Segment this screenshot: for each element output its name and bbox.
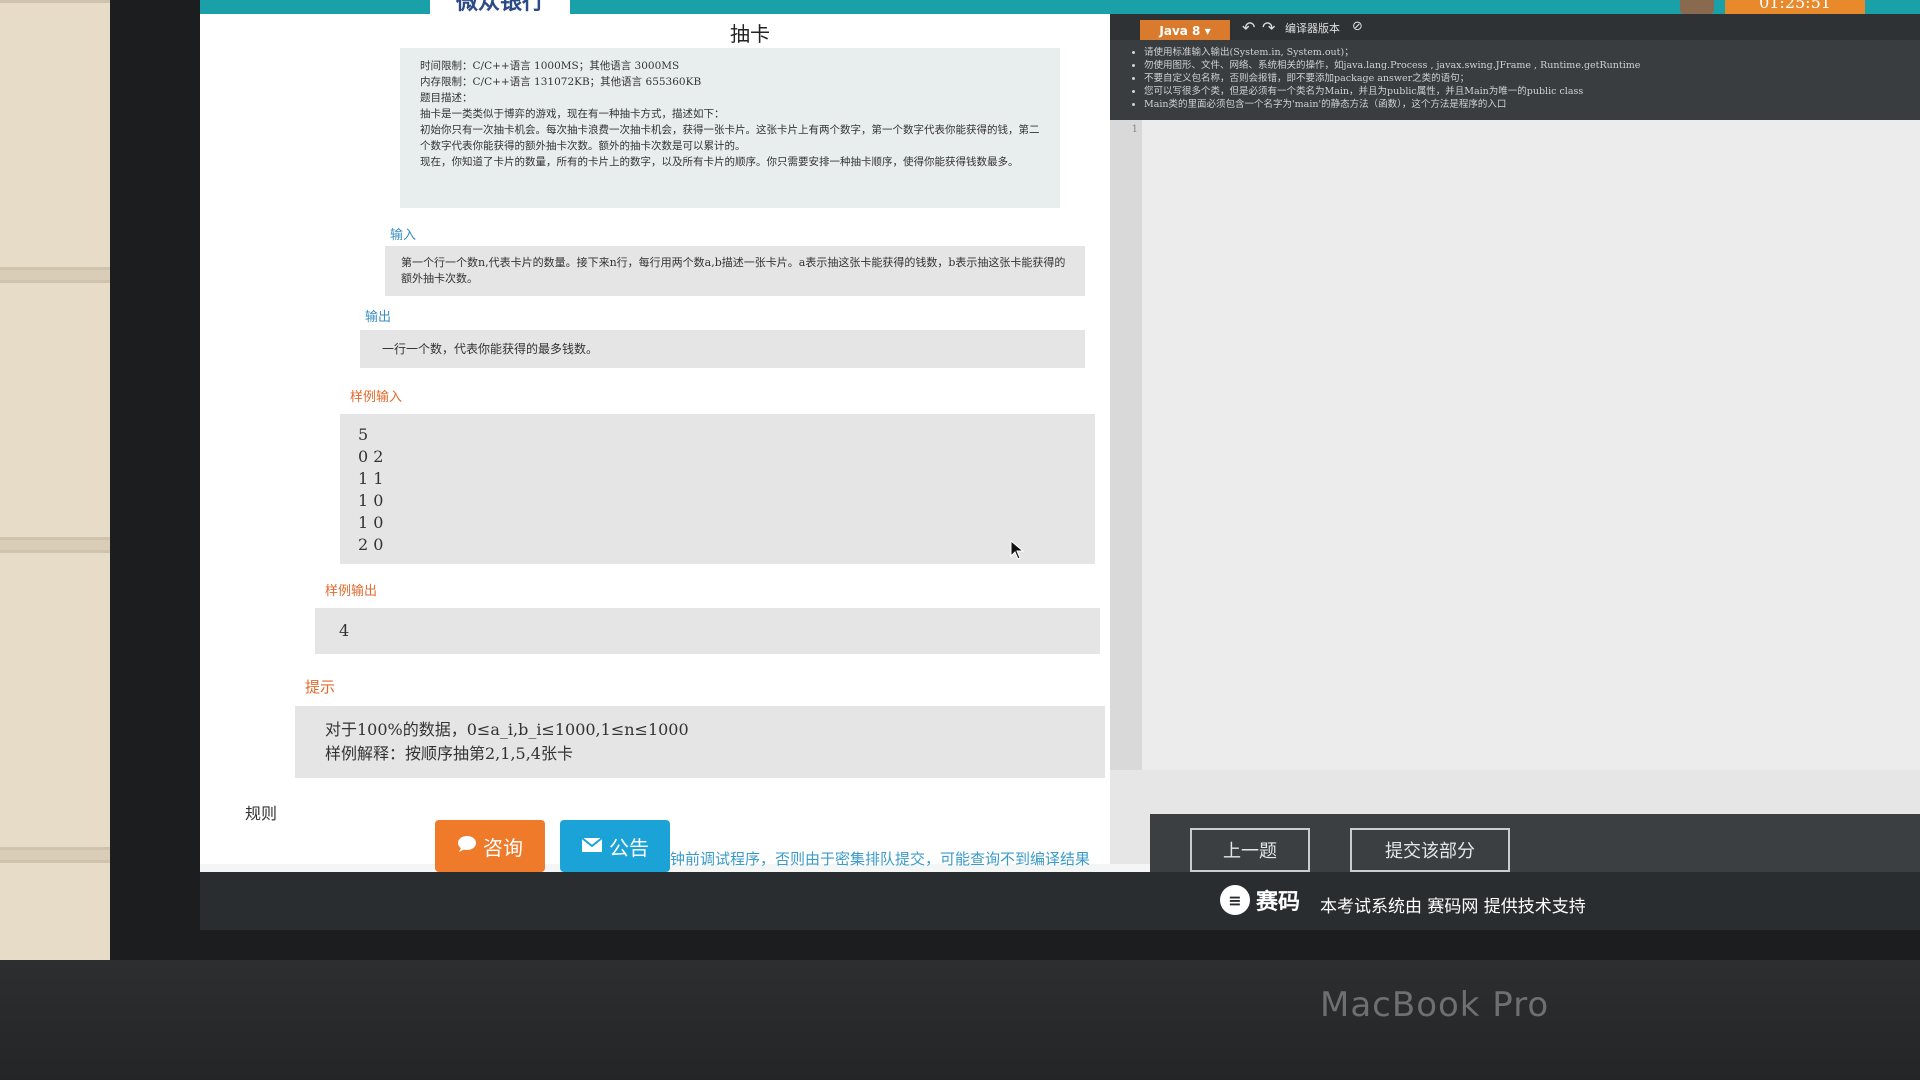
input-label: 输入 [390, 228, 417, 243]
prev-question-label: 上一题 [1223, 841, 1277, 862]
laptop-deck [0, 960, 1920, 1080]
mail-icon [581, 834, 603, 858]
sample-input-line: 1 0 [358, 513, 384, 532]
editor-pane: Java 8 ▾ ↶ ↷ 编译器版本 ⊘ 请使用标准输入输出(System.in… [1110, 14, 1920, 884]
hint-line: 对于100%的数据，0≤a_i,b_i≤1000,1≤n≤1000 [325, 720, 689, 739]
chevron-down-icon: ▾ [1204, 24, 1211, 38]
input-description: 第一个行一个数n,代表卡片的数量。接下来n行，每行用两个数a,b描述一张卡片。a… [385, 246, 1085, 296]
sample-input-box: 5 0 2 1 1 1 0 1 0 2 0 [340, 414, 1095, 564]
submit-part-label: 提交该部分 [1385, 841, 1475, 862]
laptop-brand-label: MacBook Pro [1320, 985, 1550, 1025]
screen: 微众银行 01:25:51 抽卡 时间限制：C/C++语言 1000MS；其他语… [200, 0, 1920, 930]
sample-output-label: 样例输出 [325, 584, 378, 599]
description-line: 时间限制：C/C++语言 1000MS；其他语言 3000MS [420, 60, 680, 72]
editor-notice: 请使用标准输入输出(System.in, System.out)； 勿使用图形、… [1110, 40, 1920, 120]
notice-button[interactable]: 公告 [560, 820, 670, 872]
undo-icon[interactable]: ↶ [1242, 18, 1255, 37]
hint-label: 提示 [305, 678, 336, 696]
code-editor[interactable] [1142, 120, 1920, 770]
sample-input-line: 5 [358, 425, 369, 444]
notice-item: 不要自定义包名称，否则会报错，即不要添加package answer之类的语句； [1144, 72, 1900, 85]
consult-label: 咨询 [483, 835, 523, 860]
description-line: 初始你只有一次抽卡机会。每次抽卡浪费一次抽卡机会，获得一张卡片。这张卡片上有两个… [420, 124, 1040, 152]
footer: ≡ 赛码 本考试系统由 赛码网 提供技术支持 [200, 872, 1920, 930]
line-number-gutter: 1 [1110, 120, 1142, 770]
sample-input-line: 1 0 [358, 491, 384, 510]
user-avatar [1680, 0, 1714, 14]
hint-line: 样例解释：按顺序抽第2,1,5,4张卡 [325, 744, 573, 763]
problem-title: 抽卡 [730, 22, 770, 46]
description-line: 抽卡是一类类似于博弈的游戏，现在有一种抽卡方式，描述如下： [420, 108, 725, 120]
description-line: 题目描述： [420, 92, 473, 104]
prev-question-button[interactable]: 上一题 [1190, 828, 1310, 872]
exam-timer: 01:25:51 [1725, 0, 1865, 14]
saima-logo-icon: ≡ [1220, 885, 1250, 915]
footer-brand: 赛码 [1256, 889, 1301, 915]
sample-output-box: 4 [315, 608, 1100, 654]
redo-icon[interactable]: ↷ [1262, 18, 1275, 37]
chat-icon [457, 834, 477, 858]
rules-label: 规则 [245, 804, 278, 823]
language-select[interactable]: Java 8 ▾ [1140, 20, 1230, 42]
help-icon[interactable]: ⊘ [1352, 19, 1363, 34]
rules-text: 钟前调试程序，否则由于密集排队提交，可能查询不到编译结果 [670, 850, 1091, 868]
sample-input-line: 1 1 [358, 469, 384, 488]
notice-label: 公告 [609, 835, 649, 860]
description-line: 内存限制：C/C++语言 131072KB；其他语言 655360KB [420, 76, 702, 88]
output-description: 一行一个数，代表你能获得的最多钱数。 [360, 330, 1085, 368]
notice-item: 您可以写很多个类，但是必须有一个类名为Main，并且为public属性，并且Ma… [1144, 85, 1900, 98]
sample-input-label: 样例输入 [350, 390, 403, 405]
problem-description: 时间限制：C/C++语言 1000MS；其他语言 3000MS 内存限制：C/C… [400, 48, 1060, 208]
line-number: 1 [1131, 124, 1138, 135]
notice-item: 请使用标准输入输出(System.in, System.out)； [1144, 46, 1900, 59]
consult-button[interactable]: 咨询 [435, 820, 545, 872]
submit-part-button[interactable]: 提交该部分 [1350, 828, 1510, 872]
hint-box: 对于100%的数据，0≤a_i,b_i≤1000,1≤n≤1000 样例解释：按… [295, 706, 1105, 778]
editor-toolbar: Java 8 ▾ ↶ ↷ 编译器版本 ⊘ [1110, 14, 1920, 42]
problem-pane: 抽卡 时间限制：C/C++语言 1000MS；其他语言 3000MS 内存限制：… [200, 14, 1130, 864]
compiler-version-label: 编译器版本 [1285, 22, 1340, 35]
sample-input-line: 0 2 [358, 447, 384, 466]
notice-item: 勿使用图形、文件、网络、系统相关的操作，如java.lang.Process ,… [1144, 59, 1900, 72]
footer-logo: ≡ 赛码 [1220, 884, 1300, 916]
footer-text: 本考试系统由 赛码网 提供技术支持 [1320, 897, 1586, 917]
sample-input-line: 2 0 [358, 535, 384, 554]
language-value: Java 8 [1159, 24, 1201, 38]
notice-item: Main类的里面必须包含一个名字为'main'的静态方法（函数），这个方法是程序… [1144, 98, 1900, 111]
description-line: 现在，你知道了卡片的数量，所有的卡片上的数字，以及所有卡片的顺序。你只需要安排一… [420, 156, 1019, 168]
app-title: 微众银行 [430, 0, 571, 14]
output-label: 输出 [365, 310, 392, 325]
mouse-cursor-icon [1010, 539, 1025, 564]
